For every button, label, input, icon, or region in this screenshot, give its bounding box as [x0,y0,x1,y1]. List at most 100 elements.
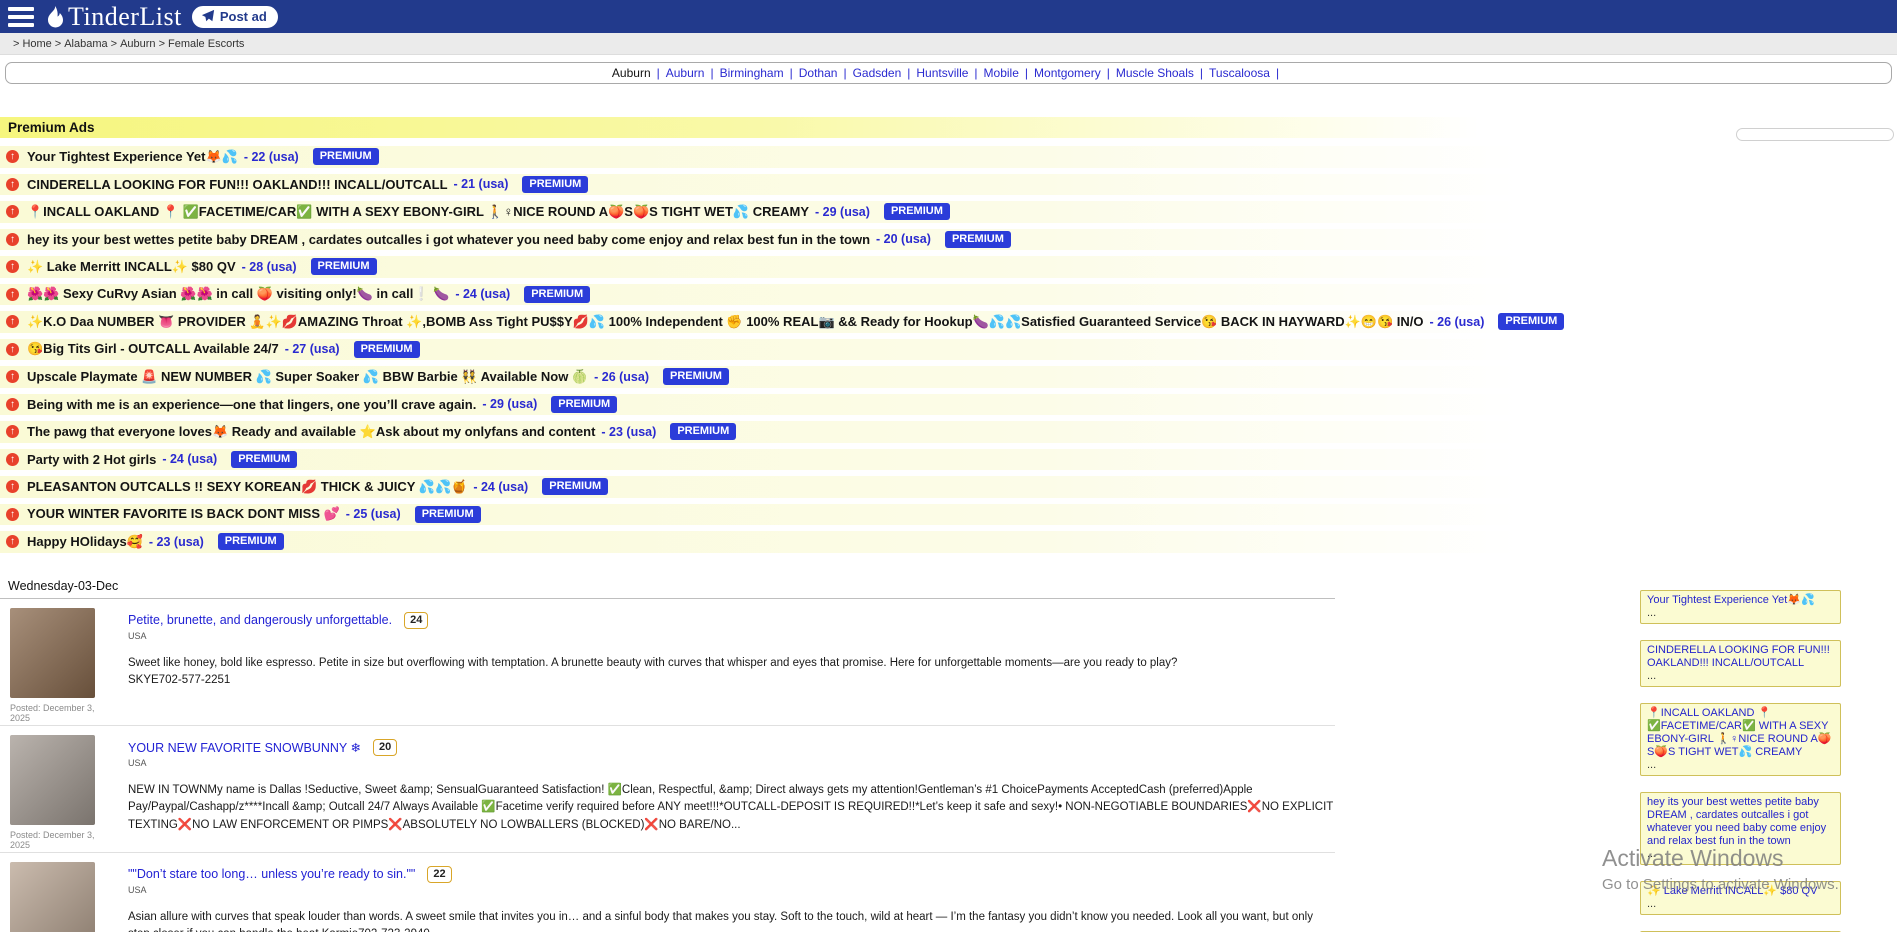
sidebar-ad-title[interactable]: CINDERELLA LOOKING FOR FUN!!! OAKLAND!!!… [1647,644,1834,670]
premium-ad-age-region: - 24 (usa) [473,480,528,494]
page: TinderList Post ad > Home > Alabama > Au… [0,0,1897,932]
premium-ad-title-link[interactable]: 📍INCALL OAKLAND 📍 ✅FACETIME/CAR✅ WITH A … [27,204,809,220]
premium-ad-title-link[interactable]: YOUR WINTER FAVORITE IS BACK DONT MISS 💕 [27,506,340,522]
sidebar-ad-title[interactable]: ✨ Lake Merritt INCALL✨ $80 QV [1647,885,1834,898]
up-arrow-icon: ↑ [6,425,19,438]
premium-ad-title-link[interactable]: Your Tightest Experience Yet🦊💦 [27,149,238,165]
city-link[interactable]: Auburn [666,66,705,80]
city-link[interactable]: Huntsville [916,66,968,80]
premium-badge: PREMIUM [354,341,420,358]
premium-ad-age-region: - 23 (usa) [149,535,204,549]
up-arrow-icon: ↑ [6,178,19,191]
premium-ad-title-link[interactable]: CINDERELLA LOOKING FOR FUN!!! OAKLAND!!!… [27,177,448,192]
city-separator: | [1107,66,1110,80]
city-link[interactable]: Montgomery [1034,66,1101,80]
listing-photo[interactable] [10,862,95,932]
premium-ad-title-link[interactable]: hey its your best wettes petite baby DRE… [27,232,870,247]
up-arrow-icon: ↑ [6,480,19,493]
site-title: TinderList [68,2,182,32]
premium-ad-title-link[interactable]: 🌺🌺 Sexy CuRvy Asian 🌺🌺 in call 🍑 visitin… [27,286,449,302]
post-ad-button[interactable]: Post ad [192,6,278,28]
premium-ad-title-link[interactable]: Party with 2 Hot girls [27,452,156,467]
listing-age-badge: 22 [427,866,451,883]
premium-ad-age-region: - 26 (usa) [594,370,649,384]
listing-posted-date: Posted: December 3, 2025 [10,703,110,723]
premium-badge: PREMIUM [231,451,297,468]
premium-ad-title-link[interactable]: 😘Big Tits Girl - OUTCALL Available 24/7 [27,341,279,357]
premium-ad-row: ↑ ✨ Lake Merritt INCALL✨ $80 QV - 28 (us… [0,256,1897,278]
premium-ad-title-link[interactable]: PLEASANTON OUTCALLS !! SEXY KOREAN💋 THIC… [27,479,467,495]
premium-badge: PREMIUM [884,203,950,220]
premium-ad-age-region: - 28 (usa) [242,260,297,274]
breadcrumb-separator: > [159,38,165,50]
hamburger-menu-icon[interactable] [8,7,34,27]
listing-left-column: Posted: December 3, 2025 [10,608,110,723]
listing-title-link[interactable]: ""Don’t stare too long… unless you’re re… [128,867,415,881]
sidebar-ad-title[interactable]: 📍INCALL OAKLAND 📍 ✅FACETIME/CAR✅ WITH A … [1647,707,1834,759]
breadcrumb-link[interactable]: Home [22,38,51,50]
premium-ad-row: ↑ PLEASANTON OUTCALLS !! SEXY KOREAN💋 TH… [0,476,1897,498]
premium-ad-title-link[interactable]: Being with me is an experience—one that … [27,397,476,412]
site-logo[interactable]: TinderList [44,2,182,32]
city-link[interactable]: Gadsden [853,66,902,80]
sidebar-ad-title[interactable]: Your Tightest Experience Yet🦊💦 [1647,594,1834,607]
sidebar-ad-box[interactable]: CINDERELLA LOOKING FOR FUN!!! OAKLAND!!!… [1640,640,1841,687]
premium-ad-row: ↑ The pawg that everyone loves🦊 Ready an… [0,421,1897,443]
breadcrumb-link[interactable]: Alabama [64,38,107,50]
up-arrow-icon: ↑ [6,453,19,466]
premium-ad-row: ↑ 🌺🌺 Sexy CuRvy Asian 🌺🌺 in call 🍑 visit… [0,284,1897,306]
premium-badge: PREMIUM [670,423,736,440]
up-arrow-icon: ↑ [6,508,19,521]
sidebar-ad-title[interactable]: hey its your best wettes petite baby DRE… [1647,796,1834,848]
premium-badge: PREMIUM [522,176,588,193]
mini-input[interactable] [1736,128,1894,141]
city-separator: | [657,66,660,80]
premium-ad-row: ↑ Happy HOlidays🥰 - 23 (usa) PREMIUM [0,531,1897,553]
listing-photo[interactable] [10,608,95,698]
listing-age-badge: 20 [373,739,397,756]
premium-badge: PREMIUM [945,231,1011,248]
listing-title-row: Petite, brunette, and dangerously unforg… [128,612,1335,629]
premium-ad-title-link[interactable]: The pawg that everyone loves🦊 Ready and … [27,424,595,440]
breadcrumb-link[interactable]: Female Escorts [168,38,244,50]
premium-ad-row: ↑ 😘Big Tits Girl - OUTCALL Available 24/… [0,339,1897,361]
sidebar-ad-box[interactable]: 📍INCALL OAKLAND 📍 ✅FACETIME/CAR✅ WITH A … [1640,703,1841,776]
up-arrow-icon: ↑ [6,315,19,328]
premium-ads-section: Premium Ads ↑ Your Tightest Experience Y… [0,117,1897,553]
sidebar-ad-box[interactable]: Your Tightest Experience Yet🦊💦 ... [1640,590,1841,624]
premium-badge: PREMIUM [311,258,377,275]
premium-ad-title-link[interactable]: Happy HOlidays🥰 [27,534,143,550]
premium-ad-age-region: - 25 (usa) [346,507,401,521]
listing-left-column: Posted: December 3, 2025 [10,862,110,932]
listing-photo[interactable] [10,735,95,825]
city-link[interactable]: Dothan [799,66,838,80]
premium-badge: PREMIUM [551,396,617,413]
listing-row: Posted: December 3, 2025 Petite, brunett… [0,599,1335,726]
premium-badge: PREMIUM [663,368,729,385]
city-separator: | [907,66,910,80]
premium-ad-title-link[interactable]: ✨K.O Daa NUMBER 👅 PROVIDER 🧘✨💋AMAZING Th… [27,314,1424,330]
sidebar-ad-box[interactable]: ✨ Lake Merritt INCALL✨ $80 QV ... [1640,881,1841,915]
listing-content: YOUR NEW FAVORITE SNOWBUNNY ❄ 20 USA NEW… [128,735,1335,850]
premium-ad-row: ↑ 📍INCALL OAKLAND 📍 ✅FACETIME/CAR✅ WITH … [0,201,1897,223]
up-arrow-icon: ↑ [6,370,19,383]
city-link[interactable]: Mobile [984,66,1019,80]
premium-ad-title-link[interactable]: Upscale Playmate 🚨 NEW NUMBER 💦 Super So… [27,369,588,385]
premium-ad-title-link[interactable]: ✨ Lake Merritt INCALL✨ $80 QV [27,259,236,275]
premium-ad-age-region: - 22 (usa) [244,150,299,164]
premium-ad-age-region: - 29 (usa) [815,205,870,219]
listing-country: USA [128,885,1335,895]
sidebar-ad-box[interactable]: hey its your best wettes petite baby DRE… [1640,792,1841,865]
breadcrumb-link[interactable]: Auburn [120,38,155,50]
premium-badge: PREMIUM [524,286,590,303]
city-link[interactable]: Muscle Shoals [1116,66,1194,80]
premium-badge: PREMIUM [313,148,379,165]
city-link[interactable]: Birmingham [720,66,784,80]
premium-ad-age-region: - 26 (usa) [1430,315,1485,329]
sidebar-ad-more: ... [1647,848,1834,861]
up-arrow-icon: ↑ [6,233,19,246]
listing-title-link[interactable]: Petite, brunette, and dangerously unforg… [128,613,392,627]
listing-title-link[interactable]: YOUR NEW FAVORITE SNOWBUNNY ❄ [128,740,361,755]
city-link[interactable]: Tuscaloosa [1209,66,1270,80]
current-city: Auburn [612,66,651,80]
